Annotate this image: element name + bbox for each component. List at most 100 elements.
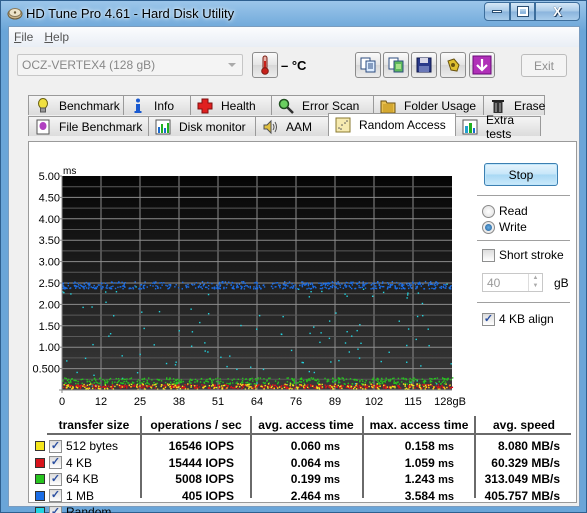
tab-file-benchmark[interactable]: File Benchmark — [28, 116, 149, 136]
tab-folder-usage[interactable]: Folder Usage — [373, 95, 484, 115]
tab-label: Benchmark — [59, 98, 120, 113]
scatter-point-1-mb — [401, 283, 403, 286]
scatter-point-64-kb — [423, 382, 425, 384]
scatter-point-random — [335, 312, 337, 314]
scatter-point-random — [328, 337, 331, 340]
tab-info[interactable]: Info — [123, 95, 191, 115]
scatter-point-64-kb — [430, 380, 433, 383]
title-bar[interactable]: HD Tune Pro 4.61 - Hard Disk Utility X — [1, 1, 586, 26]
scatter-point-64-kb — [332, 377, 334, 380]
scatter-point-1-mb — [83, 283, 86, 285]
temperature-button[interactable] — [252, 52, 278, 78]
scatter-point-512-bytes — [146, 385, 148, 387]
scatter-point-1-mb — [399, 282, 401, 285]
scatter-point-512-bytes — [166, 383, 169, 385]
scatter-point-1-mb — [299, 284, 301, 287]
scatter-point-4-kb — [184, 384, 186, 386]
max-access-time-value: 3.584 ms — [404, 488, 454, 503]
scatter-point-4-kb — [70, 385, 73, 387]
scatter-point-random — [407, 328, 410, 330]
scatter-point-1-mb — [122, 288, 124, 290]
scatter-point-4-kb — [449, 387, 451, 389]
scatter-point-random — [417, 292, 420, 294]
checkbox-box: ✓ — [49, 489, 62, 502]
read-radio[interactable]: Read — [482, 204, 528, 218]
scatter-point-64-kb — [436, 377, 439, 379]
random-access-panel: 5.00 4.50 4.00 3.50 3.00 2.50 2.00 1.50 1.00 0.50… — [28, 141, 577, 513]
scatter-point-64-kb — [176, 378, 179, 381]
scatter-point-1-mb — [363, 284, 366, 286]
scatter-point-512-bytes — [377, 388, 379, 390]
tab-health[interactable]: Health — [190, 95, 272, 115]
exit-button[interactable]: Exit — [521, 54, 567, 77]
scatter-point-512-bytes — [99, 388, 101, 390]
copy-text-button[interactable] — [355, 52, 381, 78]
scatter-point-random — [346, 330, 348, 333]
minimize-button[interactable] — [484, 2, 510, 21]
scatter-point-1-mb — [292, 287, 294, 289]
spin-down-icon[interactable]: ▼ — [529, 282, 542, 290]
scatter-point-1-mb — [63, 286, 65, 288]
scatter-point-4-kb — [358, 385, 361, 387]
series-checkbox[interactable]: ✓ 1 MB — [49, 489, 94, 503]
tab-benchmark[interactable]: Benchmark — [28, 95, 124, 115]
scatter-point-64-kb — [98, 382, 100, 385]
y-tick-label: 2.50 — [39, 278, 60, 290]
scatter-point-512-bytes — [261, 385, 263, 388]
scatter-point-1-mb — [335, 282, 337, 284]
download-button[interactable] — [469, 52, 495, 78]
scatter-point-512-bytes — [362, 384, 364, 386]
close-button[interactable]: X — [535, 2, 580, 21]
tab-aam[interactable]: AAM — [255, 116, 329, 136]
scatter-point-random — [362, 288, 365, 290]
menu-help[interactable]: Help — [39, 27, 75, 47]
tab-random-access[interactable]: Random Access — [328, 113, 456, 136]
scatter-point-1-mb — [375, 287, 377, 289]
copy-screenshot-button[interactable] — [383, 52, 409, 78]
scatter-point-64-kb — [411, 379, 413, 381]
scatter-point-64-kb — [144, 383, 147, 385]
scatter-point-1-mb — [273, 282, 275, 285]
save-button[interactable] — [411, 52, 437, 78]
scatter-point-512-bytes — [130, 385, 132, 388]
series-checkbox[interactable]: ✓ 512 bytes — [49, 439, 118, 453]
scatter-point-64-kb — [143, 377, 146, 380]
scatter-point-1-mb — [342, 287, 345, 290]
avg-access-time-value: 0.060 ms — [290, 439, 340, 453]
tab-disk-monitor[interactable]: Disk monitor — [148, 116, 256, 136]
scatter-point-512-bytes — [372, 386, 374, 389]
series-checkbox[interactable]: ✓ Random — [49, 505, 111, 513]
series-checkbox[interactable]: ✓ 64 KB — [49, 472, 99, 486]
scatter-point-64-kb — [109, 377, 112, 380]
scatter-point-random — [360, 342, 362, 345]
drive-select[interactable]: OCZ-VERTEX4 (128 gB) — [17, 54, 243, 76]
tab-error-scan[interactable]: Error Scan — [271, 95, 374, 115]
short-stroke-checkbox[interactable]: Short stroke — [482, 248, 564, 262]
scatter-point-4-kb — [258, 384, 260, 386]
scatter-point-1-mb — [345, 285, 347, 287]
scatter-point-1-mb — [263, 286, 266, 288]
write-radio[interactable]: Write — [482, 220, 527, 234]
4kb-align-checkbox[interactable]: ✓ 4 KB align — [482, 312, 554, 326]
scatter-point-64-kb — [343, 379, 345, 381]
stop-button[interactable]: Stop — [484, 163, 558, 186]
scatter-point-64-kb — [289, 381, 292, 384]
spin-up-icon[interactable]: ▲ — [529, 274, 542, 282]
scatter-point-64-kb — [324, 377, 326, 380]
scatter-point-1-mb — [324, 284, 327, 286]
scatter-point-4-kb — [93, 384, 95, 387]
maximize-button[interactable] — [510, 2, 535, 21]
short-stroke-spinner[interactable]: 40 ▲ ▼ — [482, 273, 543, 292]
options-button[interactable] — [440, 52, 466, 78]
scatter-point-512-bytes — [318, 387, 321, 389]
scatter-point-1-mb — [165, 284, 167, 287]
series-checkbox[interactable]: ✓ 4 KB — [49, 456, 92, 470]
spinner-buttons[interactable]: ▲ ▼ — [528, 274, 542, 291]
menu-file[interactable]: File — [9, 27, 39, 47]
scatter-point-512-bytes — [278, 386, 281, 388]
series-label: 1 MB — [66, 488, 95, 503]
scatter-point-4-kb — [325, 385, 327, 388]
scatter-point-random — [380, 360, 382, 363]
scatter-point-random — [406, 297, 408, 299]
tab-extra-tests[interactable]: Extra tests — [455, 113, 541, 141]
